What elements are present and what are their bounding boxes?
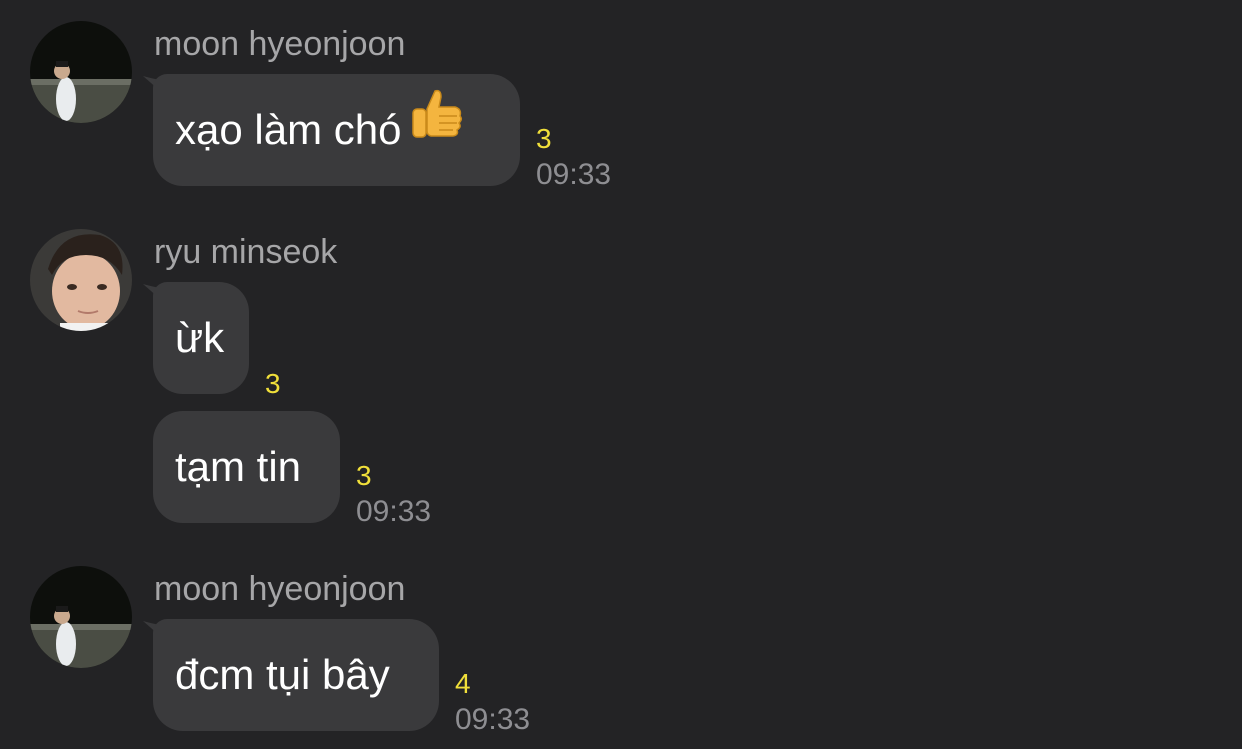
thumbs-up-icon [407,73,465,185]
unread-count: 3 [356,460,372,491]
avatar-ryu-minseok[interactable] [30,229,132,331]
avatar-night-figure-icon [30,566,132,668]
avatar-moon-hyeonjoon[interactable] [30,21,132,123]
avatar-night-figure-icon [30,21,132,123]
message-text: tạm tin [175,443,302,490]
avatar-moon-hyeonjoon[interactable] [30,566,132,668]
message-text: xạo làm chó [175,106,402,153]
unread-count: 4 [455,668,471,699]
message-text: ừk [175,314,225,361]
message-bubble[interactable]: đcm tụi bây [153,619,439,731]
avatar-face-photo-icon [30,229,132,331]
chat-thread: moon hyeonjoon xạo làm chó 3 09:33 ryu m… [0,0,1242,749]
message-bubble[interactable]: xạo làm chó [153,74,520,186]
message-time: 09:33 [536,158,612,191]
message-time: 09:33 [455,703,531,736]
message-bubble[interactable]: tạm tin [153,411,340,523]
sender-name: moon hyeonjoon [154,570,406,608]
unread-count: 3 [536,123,552,154]
message-bubble[interactable]: ừk [153,282,249,394]
message-text: đcm tụi bây [175,651,390,698]
unread-count: 3 [265,368,281,399]
sender-name: ryu minseok [154,233,338,271]
sender-name: moon hyeonjoon [154,25,406,63]
message-time: 09:33 [356,495,432,528]
